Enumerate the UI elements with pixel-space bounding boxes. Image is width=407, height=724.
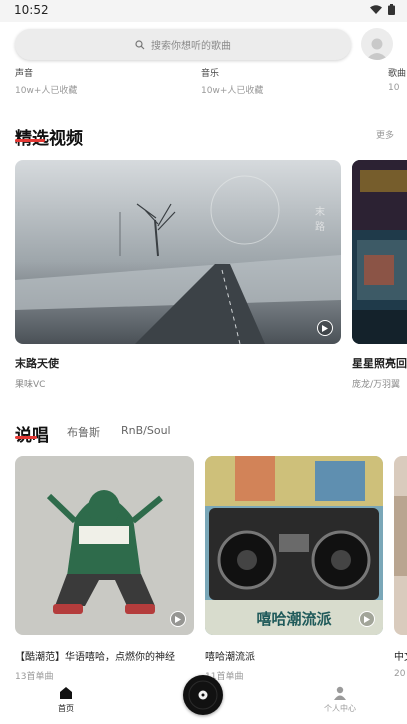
video-card[interactable] bbox=[352, 160, 407, 344]
nav-profile[interactable]: 个人中心 bbox=[320, 686, 360, 714]
video-artist: 果味VC bbox=[15, 380, 46, 390]
profile-icon bbox=[334, 686, 346, 700]
search-placeholder: 搜索你想听的歌曲 bbox=[151, 41, 231, 52]
more-link[interactable]: 更多 bbox=[376, 128, 394, 141]
cover-text: 嘻哈潮流派 bbox=[256, 610, 332, 628]
play-icon bbox=[170, 611, 186, 627]
nav-home[interactable]: 首页 bbox=[52, 686, 80, 714]
strip-item-label: 声音 bbox=[15, 69, 34, 79]
playlist-card[interactable] bbox=[394, 456, 407, 635]
video-thumbnail bbox=[352, 160, 407, 344]
nav-profile-label: 个人中心 bbox=[324, 704, 356, 713]
video-thumbnail: 末 路 bbox=[15, 160, 341, 344]
video-title: 末路天使 bbox=[15, 357, 59, 370]
nav-home-label: 首页 bbox=[58, 704, 74, 713]
avatar[interactable] bbox=[361, 28, 393, 60]
playlist-cover bbox=[15, 456, 194, 635]
playlist-title: 嘻哈潮流派 bbox=[205, 652, 255, 663]
tab-blues[interactable]: 布鲁斯 bbox=[67, 424, 100, 440]
home-icon bbox=[60, 687, 72, 699]
play-icon bbox=[359, 611, 375, 627]
search-input[interactable]: 搜索你想听的歌曲 bbox=[15, 29, 351, 60]
playlist-count: 20 bbox=[394, 669, 406, 679]
strip-item-label: 音乐 bbox=[201, 69, 220, 79]
video-title: 星星照亮回家 bbox=[352, 357, 407, 370]
video-card[interactable]: 末 路 bbox=[15, 160, 341, 344]
strip-item-count: 10w+人已收藏 bbox=[201, 86, 264, 96]
playlist-cover: 嘻哈潮流派 bbox=[205, 456, 383, 635]
svg-text:末: 末 bbox=[315, 205, 325, 218]
player-disc-button[interactable] bbox=[183, 675, 223, 715]
playlist-title: 【酷潮范】华语嘻哈，点燃你的神经 bbox=[15, 652, 175, 663]
title-underline bbox=[15, 139, 45, 142]
strip-item-label: 歌曲 bbox=[388, 69, 407, 79]
svg-text:路: 路 bbox=[315, 220, 325, 233]
strip-item-count: 10w+人已收藏 bbox=[15, 86, 78, 96]
video-artist: 庞龙/万羽翼 bbox=[352, 380, 401, 390]
play-icon bbox=[317, 320, 333, 336]
playlist-cover bbox=[394, 456, 407, 635]
playlist-card[interactable]: 嘻哈潮流派 bbox=[205, 456, 383, 635]
strip-item-count: 10 bbox=[388, 83, 400, 93]
status-icons bbox=[370, 4, 395, 15]
playlist-card[interactable] bbox=[15, 456, 194, 635]
status-bar: 10:52 bbox=[0, 0, 407, 22]
battery-icon bbox=[388, 4, 395, 15]
playlist-title: 中文 bbox=[394, 652, 407, 663]
wifi-icon bbox=[370, 4, 382, 14]
tab-rnb-soul[interactable]: RnB/Soul bbox=[121, 424, 171, 437]
status-time: 10:52 bbox=[14, 3, 49, 17]
featured-videos-title: 精选视频 bbox=[15, 129, 83, 149]
user-avatar-icon bbox=[366, 38, 388, 60]
title-underline bbox=[15, 436, 37, 439]
tab-rap[interactable]: 说唱 bbox=[15, 421, 49, 446]
search-icon bbox=[135, 39, 145, 49]
vinyl-icon bbox=[184, 676, 222, 714]
